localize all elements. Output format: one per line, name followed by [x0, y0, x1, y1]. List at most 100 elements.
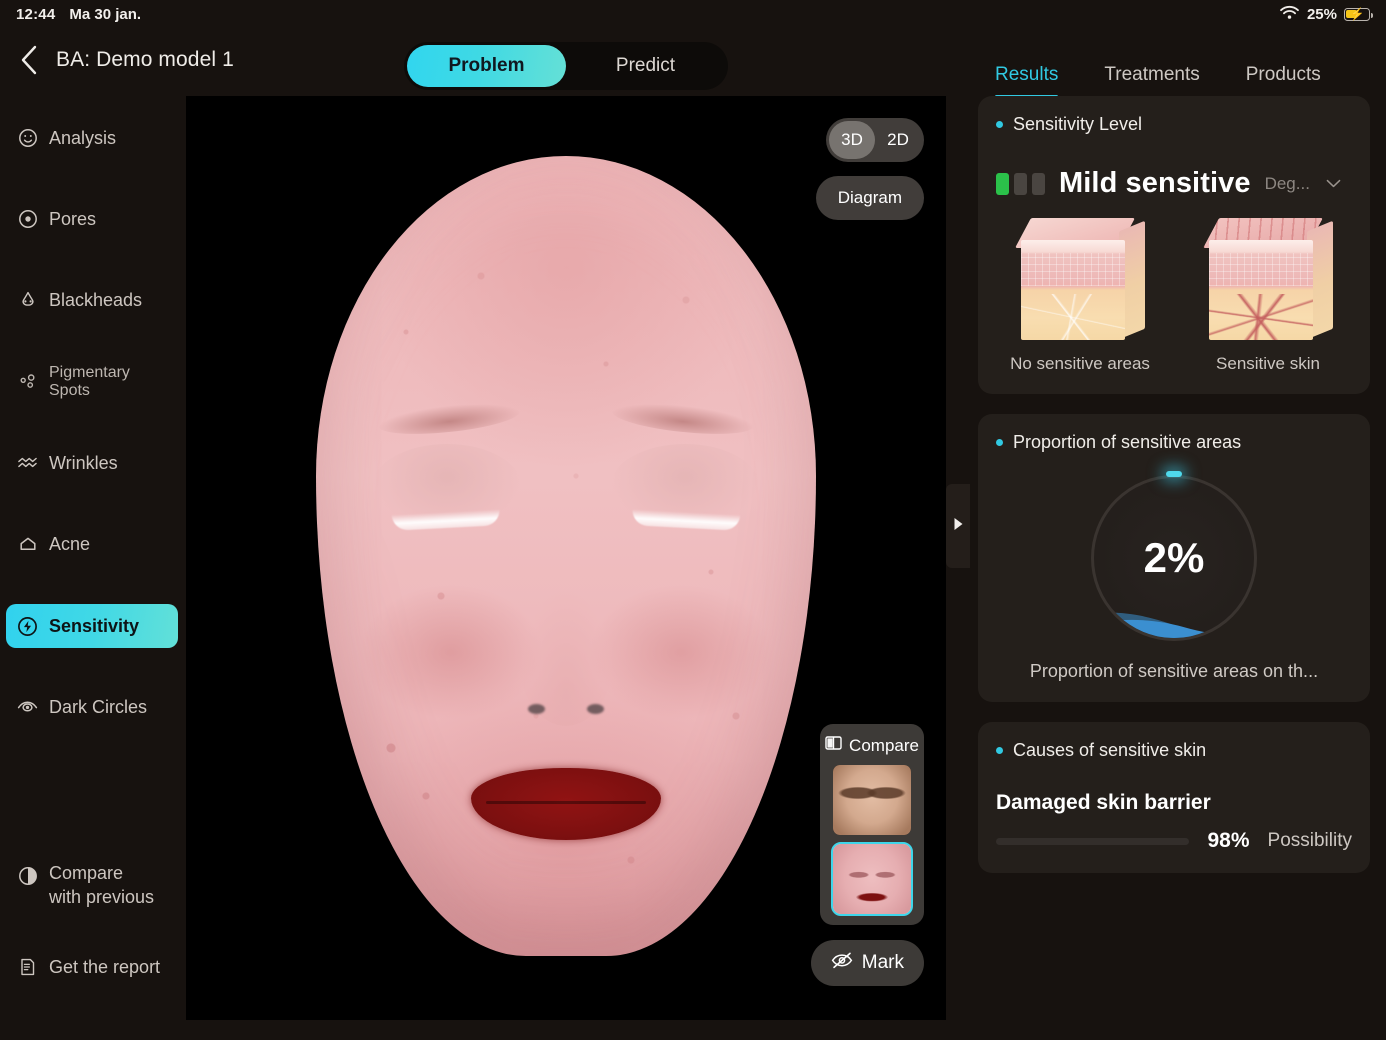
compare-thumb-original-photo[interactable]: [833, 765, 911, 835]
compare-split-icon: [825, 735, 842, 756]
eye-icon: [17, 697, 38, 718]
status-bar: 12:44 Ma 30 jan. 25% ⚡: [0, 0, 1386, 28]
proportion-gauge: 2%: [1091, 471, 1257, 641]
page-title: BA: Demo model 1: [56, 48, 234, 71]
sensitivity-level-value: Mild sensitive: [1059, 167, 1251, 199]
chevron-down-icon[interactable]: [1326, 175, 1341, 192]
cause-percent: 98%: [1207, 829, 1250, 852]
diagram-button[interactable]: Diagram: [815, 176, 924, 220]
nose-icon: [17, 290, 38, 311]
skin-cross-section-normal-icon: [1015, 218, 1145, 342]
nostril-right: [587, 704, 604, 714]
sidebar-action-get-the-report[interactable]: Get the report: [6, 945, 178, 989]
sensitivity-level-title: Sensitivity Level: [1013, 114, 1143, 134]
chevron-left-icon: [21, 45, 37, 75]
bullet-dot-icon: [996, 747, 1003, 754]
card-sensitivity-level: Sensitivity Level Mild sensitive Deg...: [978, 96, 1370, 394]
causes-title: Causes of sensitive skin: [1013, 740, 1207, 760]
tab-problem[interactable]: Problem: [407, 45, 566, 87]
sidebar-item-analysis[interactable]: Analysis: [6, 116, 178, 160]
skin-cross-section-sensitive-icon: [1203, 218, 1333, 342]
document-icon: [17, 957, 38, 978]
acne-bump-icon: [17, 534, 38, 555]
level-blocks: [996, 172, 1045, 195]
skin-comparison: No sensitive areas Sensitive skin: [996, 218, 1352, 374]
wifi-icon: [1279, 5, 1300, 24]
nostril-left: [528, 704, 545, 714]
level-block-2: [1014, 172, 1027, 195]
panel-collapse-handle[interactable]: [946, 484, 970, 568]
battery-icon: ⚡: [1344, 7, 1374, 21]
status-time: 12:44: [16, 5, 56, 23]
sidebar-item-dark-circles[interactable]: Dark Circles: [6, 685, 178, 729]
compare-thumb-sensitivity-map[interactable]: [831, 842, 913, 916]
eye-off-icon: [831, 951, 853, 975]
tab-results[interactable]: Results: [995, 64, 1059, 98]
spots-icon: [17, 372, 38, 393]
back-button[interactable]: [12, 42, 46, 78]
card-title: Proportion of sensitive areas: [996, 432, 1352, 453]
sidebar-item-pores[interactable]: Pores: [6, 197, 178, 241]
card-proportion: Proportion of sensitive areas 2% Proport…: [978, 414, 1370, 702]
bullet-dot-icon: [996, 121, 1003, 128]
compare-panel[interactable]: Compare: [820, 724, 924, 925]
tab-products[interactable]: Products: [1246, 64, 1321, 98]
tab-treatments[interactable]: Treatments: [1104, 64, 1199, 98]
app-root: 12:44 Ma 30 jan. 25% ⚡ BA: Demo model 1 …: [0, 0, 1386, 1040]
sidebar-nav: Analysis Pores Blackheads Pigmentary Spo…: [0, 96, 185, 1040]
level-block-3: [1032, 172, 1045, 195]
sidebar-item-label: Blackheads: [49, 289, 143, 310]
cause-percent-label: Possibility: [1267, 830, 1352, 851]
results-tabbar: Results Treatments Products: [995, 64, 1321, 98]
level-block-1: [996, 172, 1009, 195]
sensitivity-level-row: Mild sensitive Deg...: [996, 167, 1352, 200]
sidebar-action-compare-with-previous[interactable]: Compare with previous: [6, 858, 178, 916]
proportion-value: 2%: [1143, 534, 1205, 581]
contrast-circle-icon: [17, 865, 38, 886]
card-causes: Causes of sensitive skin Damaged skin ba…: [978, 722, 1370, 873]
sensitivity-face-map: [316, 156, 816, 956]
mark-label: Mark: [861, 952, 904, 973]
sidebar-item-label: Sensitivity: [49, 615, 140, 636]
battery-percent: 25%: [1306, 5, 1337, 23]
tab-predict[interactable]: Predict: [566, 45, 725, 87]
face-viewer[interactable]: 3D 2D Diagram Compare Mark: [186, 96, 946, 1020]
view-3d-button[interactable]: 3D: [829, 121, 875, 159]
sidebar-item-pigmentary-spots[interactable]: Pigmentary Spots: [6, 360, 178, 404]
lightning-circle-icon: [17, 616, 38, 637]
status-right-cluster: 25% ⚡: [1279, 5, 1374, 24]
mode-segmented-control[interactable]: Problem Predict: [404, 42, 728, 90]
proportion-title: Proportion of sensitive areas: [1013, 432, 1242, 452]
sidebar-item-label: Acne: [49, 533, 91, 554]
compare-title: Compare: [849, 735, 919, 755]
sidebar-item-label: Analysis: [49, 127, 117, 148]
skin-sample-normal: No sensitive areas: [996, 218, 1164, 374]
wavy-lines-icon: [17, 453, 38, 474]
results-panel: Sensitivity Level Mild sensitive Deg...: [962, 96, 1386, 1040]
pore-circle-icon: [17, 209, 38, 230]
skin-sample-sensitive: Sensitive skin: [1184, 218, 1352, 374]
sidebar-item-label: Dark Circles: [49, 696, 148, 717]
cause-progress-track: [996, 837, 1190, 845]
sidebar-item-acne[interactable]: Acne: [6, 522, 178, 566]
card-title: Causes of sensitive skin: [996, 740, 1352, 761]
degree-dropdown-label[interactable]: Deg...: [1265, 174, 1310, 194]
skin-caption: No sensitive areas: [1010, 354, 1150, 373]
dimension-toggle[interactable]: 3D 2D: [826, 118, 924, 162]
viewer-controls: 3D 2D Diagram: [815, 118, 924, 220]
face-smile-icon: [17, 128, 38, 149]
cause-item-row: 98% Possibility: [996, 829, 1352, 853]
sidebar-item-label: Pigmentary Spots: [49, 364, 130, 399]
sidebar-item-blackheads[interactable]: Blackheads: [6, 278, 178, 322]
status-date: Ma 30 jan.: [69, 5, 142, 23]
mark-button[interactable]: Mark: [810, 940, 924, 986]
sidebar-item-sensitivity[interactable]: Sensitivity: [6, 604, 178, 648]
card-title: Sensitivity Level: [996, 114, 1352, 135]
sidebar-item-wrinkles[interactable]: Wrinkles: [6, 441, 178, 485]
cause-item-name: Damaged skin barrier: [996, 791, 1211, 814]
compare-header: Compare: [825, 735, 919, 756]
proportion-caption: Proportion of sensitive areas on th...: [1029, 661, 1319, 681]
sidebar-action-label: Get the report: [49, 956, 161, 977]
view-2d-button[interactable]: 2D: [875, 121, 921, 159]
skin-caption: Sensitive skin: [1216, 354, 1320, 373]
